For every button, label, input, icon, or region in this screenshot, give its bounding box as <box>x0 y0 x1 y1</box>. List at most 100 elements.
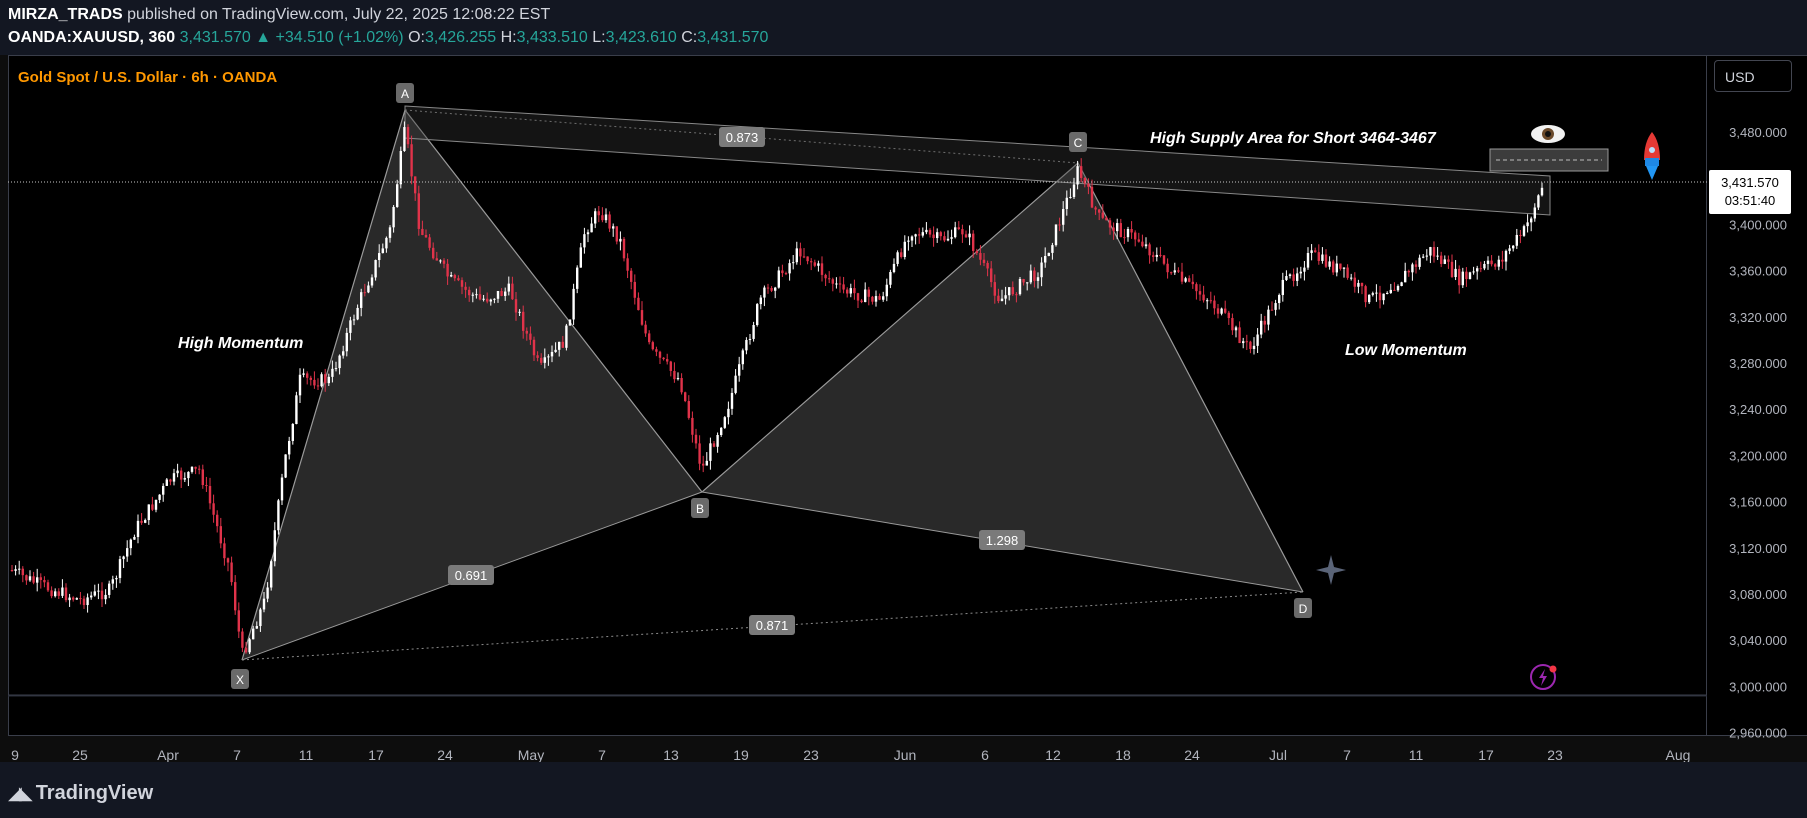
point-label-d[interactable]: D <box>1294 598 1312 618</box>
currency-button[interactable]: USD <box>1714 60 1792 92</box>
candle-body <box>640 310 644 325</box>
candle-body <box>1483 263 1486 269</box>
ratio-xab[interactable]: 0.691 <box>448 565 494 585</box>
candle-body <box>216 514 219 527</box>
candle-body <box>864 289 867 303</box>
ratio-abc[interactable]: 0.873 <box>719 127 765 147</box>
time-tick: Jun <box>894 747 917 763</box>
candle-body <box>327 376 330 384</box>
candle-body <box>68 597 71 601</box>
point-label-b[interactable]: B <box>691 498 709 518</box>
candle-body <box>1155 254 1158 257</box>
candle-body <box>226 558 230 563</box>
candle-body <box>1386 292 1389 294</box>
ratio-abc-text: 0.873 <box>726 130 759 145</box>
candle-body <box>1238 327 1241 344</box>
candle-body <box>712 443 716 447</box>
candle-body <box>1119 223 1122 238</box>
candle-body <box>990 268 993 283</box>
candle-body <box>75 598 78 600</box>
candle-body <box>1087 183 1090 187</box>
candle-body <box>424 234 428 238</box>
current-price-tag[interactable]: 3,431.570 03:51:40 <box>1709 170 1791 214</box>
candle-body <box>1429 247 1432 256</box>
candle-body <box>1134 232 1137 240</box>
high-momentum-note[interactable]: High Momentum <box>178 335 303 352</box>
eye-icon[interactable] <box>1531 125 1565 143</box>
point-c-text: C <box>1074 136 1083 150</box>
candle-body <box>1472 271 1475 273</box>
candle-body <box>1231 318 1234 331</box>
candle-body <box>1342 267 1346 269</box>
candle-body <box>1256 334 1259 346</box>
candle-body <box>82 598 86 606</box>
low-momentum-note[interactable]: Low Momentum <box>1345 342 1467 359</box>
candle-body <box>1188 278 1191 282</box>
candle-body <box>828 278 831 280</box>
candle-body <box>1245 341 1248 343</box>
candle-body <box>1047 252 1050 256</box>
candle-body <box>1368 294 1371 303</box>
candle-body <box>136 520 140 537</box>
supply-area-note[interactable]: High Supply Area for Short 3464-3467 <box>1150 130 1437 147</box>
candle-body <box>982 259 986 263</box>
lightning-alert-icon[interactable] <box>1530 664 1557 690</box>
candle-body <box>1116 223 1119 232</box>
ratio-xad[interactable]: 0.871 <box>749 615 795 635</box>
candle-body <box>1407 270 1410 273</box>
time-tick: 6 <box>981 747 989 763</box>
candle-body <box>147 504 150 521</box>
candle-body <box>907 240 910 242</box>
candle-body <box>1389 289 1392 293</box>
candle-body <box>1206 300 1209 302</box>
candle-body <box>237 610 240 632</box>
candle-body <box>234 582 237 611</box>
candle-body <box>291 424 294 441</box>
candle-body <box>1141 241 1144 247</box>
candle-body <box>525 330 528 334</box>
candle-body <box>738 364 741 376</box>
price-tick: 2,960.000 <box>1729 726 1787 741</box>
chart-canvas[interactable]: A C B X D 0.873 0.691 1.298 0.871 High M… <box>0 0 1807 818</box>
point-label-a[interactable]: A <box>396 83 414 103</box>
candle-body <box>1382 293 1385 301</box>
candle-body <box>1105 217 1108 221</box>
time-tick: 24 <box>1184 747 1200 763</box>
candle-body <box>792 262 795 264</box>
candle-body <box>140 520 143 523</box>
candle-body <box>190 466 194 472</box>
candle-body <box>946 238 950 241</box>
candle-body <box>619 238 622 242</box>
ratio-bcd[interactable]: 1.298 <box>979 530 1025 550</box>
candle-body <box>273 530 276 562</box>
bcd-triangle[interactable] <box>702 163 1303 592</box>
candle-body <box>1414 264 1418 267</box>
footer: ◢◣ TradingView <box>0 762 1807 818</box>
candle-body <box>1458 268 1461 286</box>
candle-body <box>1476 268 1479 272</box>
candle-body <box>496 290 500 299</box>
candle-body <box>651 342 654 350</box>
candle-body <box>1461 271 1464 286</box>
supply-channel[interactable] <box>404 105 1551 216</box>
candle-body <box>453 275 456 279</box>
candle-body <box>205 485 208 487</box>
candle-body <box>493 298 496 300</box>
candle-body <box>511 283 514 300</box>
candle-body <box>900 252 903 257</box>
candle-body <box>694 434 698 444</box>
tradingview-logo[interactable]: ◢◣ TradingView <box>8 782 153 805</box>
candle-body <box>655 349 658 352</box>
point-d-text: D <box>1299 602 1308 616</box>
candle-body <box>378 253 381 261</box>
candle-body <box>1526 222 1529 227</box>
point-label-c[interactable]: C <box>1069 132 1087 152</box>
point-label-x[interactable]: X <box>231 669 249 689</box>
candle-body <box>1159 254 1162 256</box>
candle-body <box>1501 259 1504 262</box>
rocket-icon[interactable] <box>1644 132 1660 180</box>
candle-body <box>716 435 719 447</box>
time-tick: 23 <box>1547 747 1563 763</box>
price-tick: 3,320.000 <box>1729 310 1787 325</box>
candle-body <box>820 263 824 275</box>
